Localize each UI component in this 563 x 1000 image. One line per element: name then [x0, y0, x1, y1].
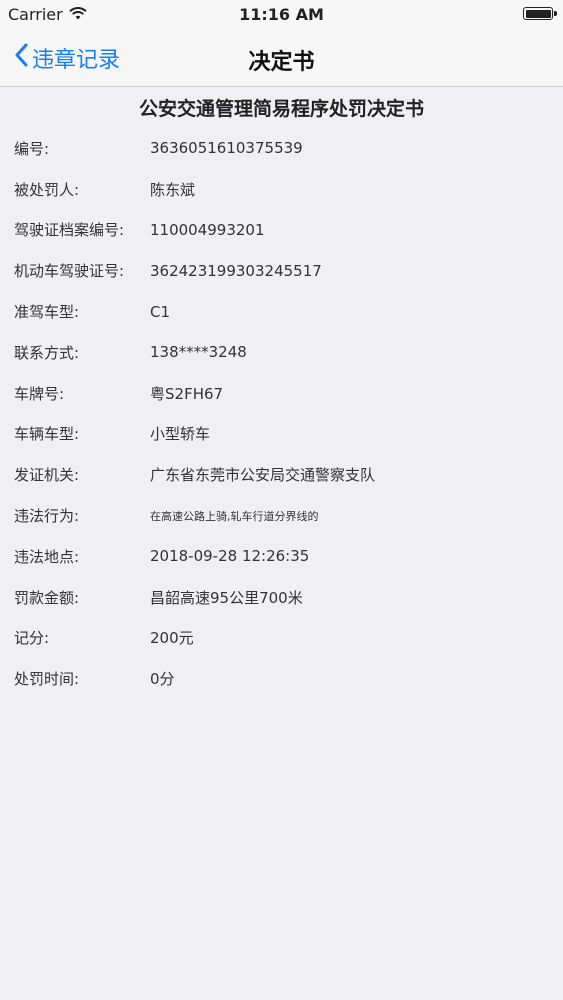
field-value: C1 [150, 302, 171, 321]
field-label: 记分: [14, 629, 50, 648]
navigation-bar: 违章记录 决定书 [0, 30, 563, 87]
field-value: 138****3248 [150, 343, 247, 362]
field-row-violation: 违法行为: 在高速公路上骑,轧车行道分界线的 [0, 495, 563, 536]
field-label: 机动车驾驶证号: [14, 262, 125, 281]
field-value: 昌韶高速95公里700米 [150, 588, 303, 607]
field-value: 200元 [150, 629, 194, 648]
field-value: 3636051610375539 [150, 139, 303, 158]
field-value: 362423199303245517 [150, 261, 322, 280]
status-bar: Carrier 11:16 AM [0, 0, 563, 30]
field-label: 处罚时间: [14, 670, 80, 689]
field-value: 广东省东莞市公安局交通警察支队 [150, 466, 376, 485]
field-row-penalized-person: 被处罚人: 陈东斌 [0, 169, 563, 210]
field-value: 陈东斌 [150, 180, 196, 199]
field-label: 发证机关: [14, 466, 80, 485]
field-value: 110004993201 [150, 220, 265, 239]
field-row-contact: 联系方式: 138****3248 [0, 332, 563, 373]
field-label: 驾驶证档案编号: [14, 221, 125, 240]
field-row-license-file-number: 驾驶证档案编号: 110004993201 [0, 210, 563, 251]
field-label: 准驾车型: [14, 303, 80, 322]
field-label: 违法行为: [14, 507, 80, 526]
field-row-penalty-time: 处罚时间: 0分 [0, 658, 563, 699]
page-title: 决定书 [248, 50, 315, 75]
field-row-points: 记分: 200元 [0, 618, 563, 659]
field-value: 在高速公路上骑,轧车行道分界线的 [150, 509, 319, 523]
field-label: 联系方式: [14, 343, 80, 362]
field-row-license-number: 机动车驾驶证号: 362423199303245517 [0, 250, 563, 291]
field-label: 车牌号: [14, 384, 65, 403]
field-row-issuing-authority: 发证机关: 广东省东莞市公安局交通警察支队 [0, 454, 563, 495]
fields-list: 编号: 3636051610375539 被处罚人: 陈东斌 驾驶证档案编号: … [0, 128, 563, 699]
field-row-vehicle-type: 车辆车型: 小型轿车 [0, 414, 563, 455]
field-label: 被处罚人: [14, 180, 80, 199]
field-value: 粤S2FH67 [150, 384, 224, 403]
field-row-violation-location: 违法地点: 2018-09-28 12:26:35 [0, 536, 563, 577]
field-value: 0分 [150, 670, 175, 689]
field-label: 车辆车型: [14, 425, 80, 444]
field-row-plate-number: 车牌号: 粤S2FH67 [0, 373, 563, 414]
field-label: 编号: [14, 139, 50, 158]
field-value: 小型轿车 [150, 425, 211, 444]
status-time: 11:16 AM [239, 5, 324, 24]
field-row-number: 编号: 3636051610375539 [0, 128, 563, 169]
field-label: 罚款金额: [14, 588, 80, 607]
field-row-fine-amount: 罚款金额: 昌韶高速95公里700米 [0, 577, 563, 618]
field-label: 违法地点: [14, 547, 80, 566]
battery-icon [523, 7, 557, 20]
field-value: 2018-09-28 12:26:35 [150, 547, 310, 566]
field-row-vehicle-class: 准驾车型: C1 [0, 291, 563, 332]
document-title: 公安交通管理简易程序处罚决定书 [138, 98, 424, 120]
